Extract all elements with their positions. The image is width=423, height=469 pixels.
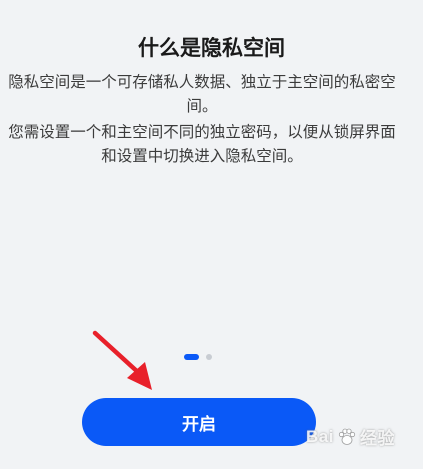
- page-indicator: [184, 353, 212, 361]
- page-indicator-dot-active: [184, 354, 199, 360]
- watermark-text-left: Bai: [306, 426, 334, 446]
- watermark-text-right: 经验: [360, 429, 395, 448]
- page-indicator-dot: [206, 354, 212, 360]
- privacy-space-intro-screen: 什么是隐私空间 隐私空间是一个可存储私人数据、独立于主空间的私密空间。 您需设置…: [0, 0, 423, 469]
- baidu-jingyan-watermark: Bai 经验: [306, 424, 395, 449]
- page-title: 什么是隐私空间: [138, 36, 285, 60]
- start-button[interactable]: 开启: [82, 398, 316, 446]
- description-paragraph-1: 隐私空间是一个可存储私人数据、独立于主空间的私密空间。: [8, 73, 396, 115]
- description-paragraph-2: 您需设置一个和主空间不同的独立密码，以便从锁屏界面和设置中切换进入隐私空间。: [8, 123, 396, 165]
- paw-icon: [338, 428, 356, 445]
